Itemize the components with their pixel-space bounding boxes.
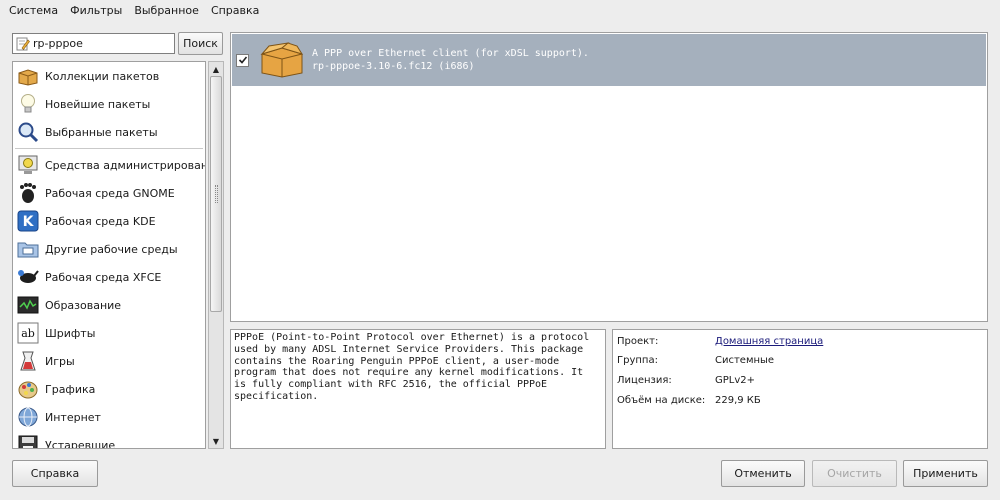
group-label: Коллекции пакетов (45, 69, 160, 83)
svg-text:K: K (23, 214, 35, 230)
cancel-button[interactable]: Отменить (721, 460, 805, 487)
group-list[interactable]: Коллекции пакетов Новейшие пакеты Выбран… (12, 61, 206, 449)
detail-group-row: Группа: Системные (617, 355, 774, 369)
graphics-icon (16, 377, 40, 401)
detail-size-value: 229,9 КБ (715, 395, 761, 406)
group-item-legacy[interactable]: Устаревшие (13, 431, 205, 449)
package-details: Проект: Домашняя страница Группа: Систем… (612, 329, 988, 449)
detail-project-label: Проект: (617, 336, 659, 347)
package-summary: A PPP over Ethernet client (for xDSL sup… (312, 48, 589, 59)
package-row[interactable]: A PPP over Ethernet client (for xDSL sup… (232, 34, 986, 86)
group-label: Образование (45, 298, 122, 312)
scrollbar-grip (215, 185, 218, 203)
menu-system[interactable]: Система (3, 0, 64, 21)
group-label: Средства администрирования (45, 158, 206, 172)
package-description: PPPoE (Point-to-Point Protocol over Ethe… (230, 329, 606, 449)
group-item-education[interactable]: Образование (13, 291, 205, 319)
admin-tools-icon (16, 153, 40, 177)
scrollbar-thumb[interactable] (210, 76, 222, 312)
floppy-icon (16, 433, 40, 448)
group-item-graphics[interactable]: Графика (13, 375, 205, 403)
group-item-kde[interactable]: K Рабочая среда KDE (13, 207, 205, 235)
scroll-down-icon[interactable]: ▼ (209, 434, 223, 448)
group-item-fonts[interactable]: ab Шрифты (13, 319, 205, 347)
group-label: Выбранные пакеты (45, 125, 158, 139)
group-item-admin[interactable]: Средства администрирования (13, 151, 205, 179)
group-label: Рабочая среда KDE (45, 214, 156, 228)
checkmark-icon (238, 56, 247, 64)
group-label: Шрифты (45, 326, 96, 340)
games-icon (16, 349, 40, 373)
edit-icon (16, 37, 30, 50)
group-label: Интернет (45, 410, 101, 424)
group-item-games[interactable]: Игры (13, 347, 205, 375)
package-name: rp-pppoe-3.10-6.fc12 (i686) (312, 61, 475, 72)
magnifier-icon (16, 120, 40, 144)
detail-group-label: Группа: (617, 355, 658, 366)
group-label: Устаревшие (45, 438, 116, 449)
gnome-foot-icon (16, 181, 40, 205)
apply-button[interactable]: Применить (903, 460, 988, 487)
menubar: Система Фильтры Выбранное Справка (0, 0, 1000, 21)
search-button[interactable]: Поиск (178, 32, 223, 55)
education-icon (16, 293, 40, 317)
group-label: Другие рабочие среды (45, 242, 178, 256)
group-label: Новейшие пакеты (45, 97, 151, 111)
box-collection-icon (16, 64, 40, 88)
scroll-up-icon[interactable]: ▲ (209, 62, 223, 76)
menu-selected[interactable]: Выбранное (128, 0, 205, 21)
group-item-collections[interactable]: Коллекции пакетов (13, 62, 205, 90)
globe-icon (16, 405, 40, 429)
group-item-other-desktops[interactable]: Другие рабочие среды (13, 235, 205, 263)
search-field[interactable] (12, 33, 175, 54)
detail-size-label: Объём на диске: (617, 395, 706, 406)
group-separator (15, 148, 203, 149)
homepage-link[interactable]: Домашняя страница (715, 336, 823, 350)
help-button[interactable]: Справка (12, 460, 98, 487)
menu-filters[interactable]: Фильтры (64, 0, 128, 21)
menu-help[interactable]: Справка (205, 0, 265, 21)
detail-size-row: Объём на диске: 229,9 КБ (617, 395, 761, 409)
group-label: Рабочая среда XFCE (45, 270, 162, 284)
group-item-newest[interactable]: Новейшие пакеты (13, 90, 205, 118)
group-label: Рабочая среда GNOME (45, 186, 175, 200)
package-checkbox[interactable] (236, 53, 249, 67)
xfce-mouse-icon (16, 265, 40, 289)
kde-icon: K (16, 209, 40, 233)
search-input[interactable] (33, 37, 163, 50)
fonts-icon: ab (16, 321, 40, 345)
detail-license-label: Лицензия: (617, 375, 672, 386)
group-item-xfce[interactable]: Рабочая среда XFCE (13, 263, 205, 291)
svg-text:ab: ab (21, 327, 35, 340)
detail-license-value: GPLv2+ (715, 375, 756, 386)
package-box-icon (260, 42, 304, 78)
detail-group-value: Системные (715, 355, 775, 366)
group-item-selected[interactable]: Выбранные пакеты (13, 118, 205, 146)
group-list-scrollbar[interactable]: ▲ ▼ (208, 61, 224, 449)
package-list[interactable]: A PPP over Ethernet client (for xDSL sup… (230, 32, 988, 322)
group-label: Игры (45, 354, 75, 368)
desktop-folder-icon (16, 237, 40, 261)
group-label: Графика (45, 382, 96, 396)
lightbulb-icon (16, 92, 40, 116)
group-item-gnome[interactable]: Рабочая среда GNOME (13, 179, 205, 207)
detail-license-row: Лицензия: GPLv2+ (617, 375, 755, 389)
clear-button[interactable]: Очистить (812, 460, 897, 487)
group-item-internet[interactable]: Интернет (13, 403, 205, 431)
detail-project-row: Проект: Домашняя страница (617, 336, 823, 350)
